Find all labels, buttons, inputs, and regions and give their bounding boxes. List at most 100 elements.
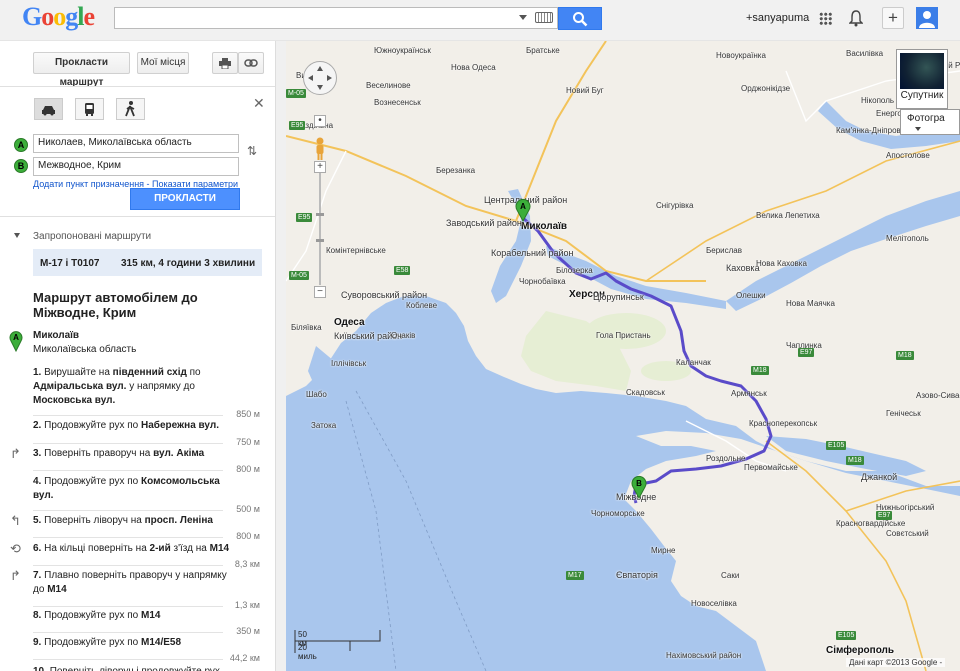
map-place-label[interactable]: Мелітополь xyxy=(886,234,929,243)
zoom-slider-track[interactable] xyxy=(319,173,321,285)
reset-view-icon[interactable]: • xyxy=(314,115,326,127)
link-button[interactable] xyxy=(238,52,264,74)
map-place-label[interactable]: Миколаїв xyxy=(521,222,567,232)
map-place-label[interactable]: Березанка xyxy=(436,166,475,175)
map-place-label[interactable]: Коблеве xyxy=(406,301,437,310)
collapse-triangle-icon[interactable] xyxy=(14,233,20,238)
map-place-label[interactable]: Саки xyxy=(721,571,739,580)
notifications-bell-icon[interactable] xyxy=(849,10,863,27)
map-place-label[interactable]: Джанкой xyxy=(861,473,897,482)
map-place-label[interactable]: Каховка xyxy=(726,264,760,273)
map-place-label[interactable]: Новий Буг xyxy=(566,86,604,95)
origin-input[interactable]: Николаев, Миколаївська область xyxy=(33,134,239,153)
map-place-label[interactable]: Скадовськ xyxy=(626,388,665,397)
direction-step[interactable]: 8. Продовжуйте рух по M14 xyxy=(33,609,233,623)
google-logo[interactable]: Google xyxy=(22,2,95,32)
map-place-label[interactable]: Велика Лепетиха xyxy=(756,211,820,220)
avatar[interactable] xyxy=(916,7,938,29)
map-place-label[interactable]: Корабельний район xyxy=(491,249,574,258)
map-place-label[interactable]: Берислав xyxy=(706,246,742,255)
map-place-label[interactable]: Генічеськ xyxy=(886,409,921,418)
map-place-label[interactable]: Каланчак xyxy=(676,358,711,367)
walking-mode-button[interactable] xyxy=(116,98,145,120)
direction-step[interactable]: 6. На кільці поверніть на 2-ий з'їзд на … xyxy=(33,542,233,556)
map-place-label[interactable]: Іллічівськ xyxy=(331,359,366,368)
direction-step[interactable]: 1. Вирушайте на південний схід по Адміра… xyxy=(33,366,233,408)
panel-scrollbar[interactable] xyxy=(275,41,286,671)
search-input[interactable] xyxy=(114,7,558,29)
map-place-label[interactable]: Сімферополь xyxy=(826,646,894,656)
search-options-chevron-down-icon[interactable] xyxy=(519,15,527,20)
car-mode-button[interactable] xyxy=(34,98,63,120)
map-place-label[interactable]: Біляївка xyxy=(291,323,322,332)
suggested-route-item[interactable]: М-17 і Т0107 315 км, 4 години 3 хвилини xyxy=(33,249,262,276)
map-place-label[interactable]: Нова Каховка xyxy=(756,259,807,268)
direction-step[interactable]: 5. Поверніть ліворуч на просп. Леніна xyxy=(33,514,233,528)
map-place-label[interactable]: Новоселівка xyxy=(691,599,737,608)
map-place-label[interactable]: Заводський район xyxy=(446,219,522,228)
map-place-label[interactable]: Братське xyxy=(526,46,560,55)
destination-input[interactable]: Межводное, Крим xyxy=(33,157,239,176)
map-marker-a-icon[interactable]: A xyxy=(515,198,531,222)
map-place-label[interactable]: Чорноморське xyxy=(591,509,645,518)
map-place-label[interactable]: Комінтернівське xyxy=(326,246,386,255)
map-place-label[interactable]: Веселинове xyxy=(366,81,411,90)
map-place-label[interactable]: Очаків xyxy=(391,331,415,340)
map-place-label[interactable]: Нахімовський район xyxy=(666,651,741,660)
map-place-label[interactable]: Нова Одеса xyxy=(451,63,496,72)
map-place-label[interactable]: Одеса xyxy=(334,318,365,328)
pan-control[interactable] xyxy=(303,61,337,95)
direction-step[interactable]: 2. Продовжуйте рух по Набережна вул. xyxy=(33,419,233,433)
suggested-routes-header[interactable]: Запропоновані маршрути xyxy=(33,231,151,242)
direction-step[interactable]: 9. Продовжуйте рух по M14/E58 xyxy=(33,636,233,650)
map-place-label[interactable]: Красногвардійське xyxy=(836,519,905,528)
map-place-label[interactable]: Олешки xyxy=(736,291,766,300)
swap-addresses-icon[interactable]: ⇅ xyxy=(247,144,257,158)
map-place-label[interactable]: Красноперекопськ xyxy=(749,419,817,428)
map-place-label[interactable]: Первомайське xyxy=(744,463,798,472)
map-place-label[interactable]: Гола Пристань xyxy=(596,331,651,340)
close-directions-icon[interactable]: ✕ xyxy=(253,95,265,112)
map-place-label[interactable]: Білозерка xyxy=(556,266,593,275)
map-canvas[interactable]: Южноукраїнськ Братське Нова Одеса Вознесенс… xyxy=(286,41,960,671)
map-place-label[interactable]: Новоукраїнка xyxy=(716,51,766,60)
direction-step[interactable]: 10. Поверніть ліворуч і продовжуйте рух xyxy=(33,665,233,671)
satellite-toggle[interactable]: Супутник xyxy=(896,49,948,109)
map-place-label[interactable]: Совєтський xyxy=(886,529,929,538)
zoom-in-button[interactable]: + xyxy=(314,161,326,173)
user-name-link[interactable]: +sanyapuma xyxy=(746,12,809,24)
map-place-label[interactable]: Южноукраїнськ xyxy=(374,46,431,55)
map-place-label[interactable]: Шабо xyxy=(306,390,327,399)
map-place-label[interactable]: Армянськ xyxy=(731,389,767,398)
print-button[interactable] xyxy=(212,52,238,74)
direction-step[interactable]: 4. Продовжуйте рух по Комсомольська вул. xyxy=(33,475,233,503)
share-plus-button[interactable]: + xyxy=(882,7,904,29)
map-place-label[interactable]: Чорнобаївка xyxy=(519,277,566,286)
my-places-button[interactable]: Мої місця xyxy=(137,52,189,74)
map-marker-b-icon[interactable]: B xyxy=(631,475,647,499)
map-place-label[interactable]: Євпаторія xyxy=(616,571,658,580)
transit-mode-button[interactable] xyxy=(75,98,104,120)
keyboard-icon[interactable] xyxy=(535,12,553,23)
zoom-out-button[interactable]: − xyxy=(314,286,326,298)
map-place-label[interactable]: Апостолове xyxy=(886,151,930,160)
get-directions-button[interactable]: Прокласти маршрут xyxy=(33,52,130,88)
direction-step[interactable]: 3. Поверніть праворуч на вул. Акіма xyxy=(33,447,233,461)
add-destination-link[interactable]: Додати пункт призначення xyxy=(33,179,144,189)
search-button[interactable] xyxy=(558,7,602,30)
apps-icon[interactable] xyxy=(819,12,832,25)
map-place-label[interactable]: Снігурівка xyxy=(656,201,693,210)
photos-button[interactable]: Фотогра xyxy=(900,109,960,135)
map-place-label[interactable]: Нова Маячка xyxy=(786,299,835,308)
map-place-label[interactable]: Роздольне xyxy=(706,454,745,463)
map-place-label[interactable]: Орджонікідзе xyxy=(741,84,790,93)
map-place-label[interactable]: Василівка xyxy=(846,49,883,58)
submit-route-button[interactable]: ПРОКЛАСТИ МАРШРУТ xyxy=(130,188,240,224)
map-place-label[interactable]: Мирне xyxy=(651,546,675,555)
map-place-label[interactable]: Суворовський район xyxy=(341,291,427,300)
map-place-label[interactable]: Затока xyxy=(311,421,336,430)
map-place-label[interactable]: Нікополь xyxy=(861,96,894,105)
direction-step[interactable]: 7. Плавно поверніть праворуч у напрямку … xyxy=(33,569,233,597)
street-view-pegman-icon[interactable] xyxy=(313,136,327,162)
map-place-label[interactable]: Азово-Сиваський xyxy=(916,391,960,400)
